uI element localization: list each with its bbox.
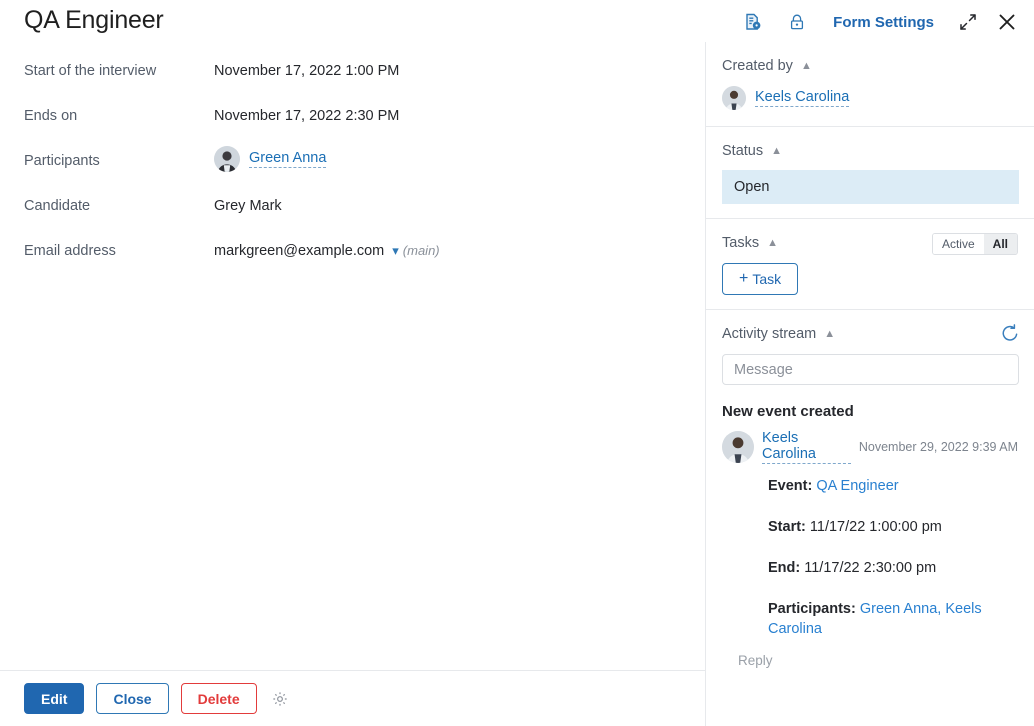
field-value: November 17, 2022 2:30 PM	[214, 108, 400, 124]
field-row-participants: Participants Green Anna	[0, 142, 705, 187]
tasks-filter-active[interactable]: Active	[932, 234, 984, 254]
status-section: Status ▲ Open	[706, 127, 1034, 219]
avatar	[722, 431, 754, 463]
created-by-section: Created by ▲ Keels Carolina	[706, 42, 1034, 127]
event-line-value: 11/17/22 2:30:00 pm	[804, 560, 937, 576]
action-bar: Edit Close Delete	[0, 670, 705, 726]
event-line-event: Event: QA Engineer	[768, 476, 1018, 496]
activity-event-timestamp: November 29, 2022 9:39 AM	[858, 440, 1018, 454]
field-value: November 17, 2022 1:00 PM	[214, 63, 400, 79]
field-row-candidate: Candidate Grey Mark	[0, 187, 705, 232]
plus-icon: +	[739, 270, 749, 287]
form-settings-button[interactable]: Form Settings	[819, 14, 948, 31]
event-line-participants: Participants: Green Anna, Keels Carolina	[768, 599, 1018, 639]
chevron-down-icon[interactable]: ▾	[392, 243, 399, 258]
participant-link[interactable]: Green Anna	[249, 150, 327, 168]
created-by-link[interactable]: Keels Carolina	[755, 89, 850, 107]
avatar	[722, 86, 746, 110]
status-title[interactable]: Status ▲	[722, 143, 1018, 159]
activity-stream-title[interactable]: Activity stream ▲	[722, 326, 1018, 342]
window-header: QA Engineer Form Settings	[0, 0, 1034, 44]
refresh-icon[interactable]	[1000, 323, 1020, 348]
event-details-list: Start of the interview November 17, 2022…	[0, 52, 705, 277]
status-badge[interactable]: Open	[722, 170, 1019, 204]
tasks-section: Tasks ▲ Active All + Task	[706, 219, 1034, 310]
event-line-value[interactable]: QA Engineer	[816, 478, 898, 494]
delete-button[interactable]: Delete	[180, 683, 257, 714]
expand-icon[interactable]	[948, 8, 988, 36]
close-icon[interactable]	[988, 8, 1026, 36]
event-line-end: End: 11/17/22 2:30:00 pm	[768, 558, 1018, 578]
chevron-up-icon[interactable]: ▲	[771, 145, 782, 157]
created-by-title[interactable]: Created by ▲	[722, 58, 1018, 74]
field-value: Green Anna	[214, 146, 327, 172]
field-value: markgreen@example.com ▾ (main)	[214, 243, 440, 259]
chevron-up-icon[interactable]: ▲	[767, 237, 778, 249]
avatar	[214, 146, 240, 172]
event-line-key: Participants:	[768, 601, 856, 617]
close-button[interactable]: Close	[96, 683, 169, 714]
event-line-value: 11/17/22 1:00:00 pm	[809, 519, 942, 535]
field-label: Participants	[24, 153, 100, 169]
field-row-ends: Ends on November 17, 2022 2:30 PM	[0, 97, 705, 142]
message-input[interactable]: Message	[722, 354, 1019, 385]
activity-event-title: New event created	[722, 403, 854, 420]
event-participant-link[interactable]: Green Anna,	[860, 601, 941, 617]
tasks-filter-toggle: Active All	[931, 233, 1018, 255]
tasks-filter-all[interactable]: All	[983, 234, 1017, 254]
field-row-start: Start of the interview November 17, 2022…	[0, 52, 705, 97]
reply-link[interactable]: Reply	[738, 653, 1018, 668]
chevron-up-icon[interactable]: ▲	[801, 60, 812, 72]
field-label: Ends on	[24, 108, 78, 124]
section-label: Activity stream	[722, 326, 817, 342]
chevron-up-icon[interactable]: ▲	[824, 328, 835, 340]
add-task-button[interactable]: + Task	[722, 263, 799, 295]
event-line-key: End:	[768, 560, 801, 576]
event-line-key: Start:	[768, 519, 806, 535]
created-by-person: Keels Carolina	[722, 86, 1018, 110]
section-label: Created by	[722, 58, 793, 74]
email-type-label: (main)	[402, 243, 440, 258]
email-value: markgreen@example.com	[214, 243, 385, 259]
add-task-label: Task	[752, 271, 782, 287]
page-title: QA Engineer	[24, 6, 164, 34]
activity-event-author-row: Keels Carolina November 29, 2022 9:39 AM	[722, 430, 1018, 464]
field-value: Grey Mark	[214, 198, 282, 214]
lock-icon[interactable]	[775, 8, 819, 36]
activity-stream-section: Activity stream ▲ Message New event crea…	[706, 310, 1034, 674]
gear-icon[interactable]	[271, 690, 289, 708]
header-actions: Form Settings	[731, 8, 1026, 36]
field-label: Candidate	[24, 198, 91, 214]
edit-button[interactable]: Edit	[24, 683, 85, 714]
activity-event-body: Event: QA Engineer Start: 11/17/22 1:00:…	[768, 476, 1018, 639]
section-label: Tasks	[722, 235, 760, 251]
event-detail-window: QA Engineer Form Settings Start of the i…	[0, 0, 1034, 726]
field-label: Start of the interview	[24, 63, 157, 79]
side-panel: Created by ▲ Keels Carolina Status ▲ Ope…	[705, 42, 1034, 726]
document-settings-icon[interactable]	[731, 8, 775, 36]
field-row-email: Email address markgreen@example.com ▾ (mai…	[0, 232, 705, 277]
section-label: Status	[722, 143, 764, 159]
field-label: Email address	[24, 243, 116, 259]
event-line-key: Event:	[768, 478, 813, 494]
activity-event-author[interactable]: Keels Carolina	[762, 430, 851, 464]
event-line-start: Start: 11/17/22 1:00:00 pm	[768, 517, 1018, 537]
